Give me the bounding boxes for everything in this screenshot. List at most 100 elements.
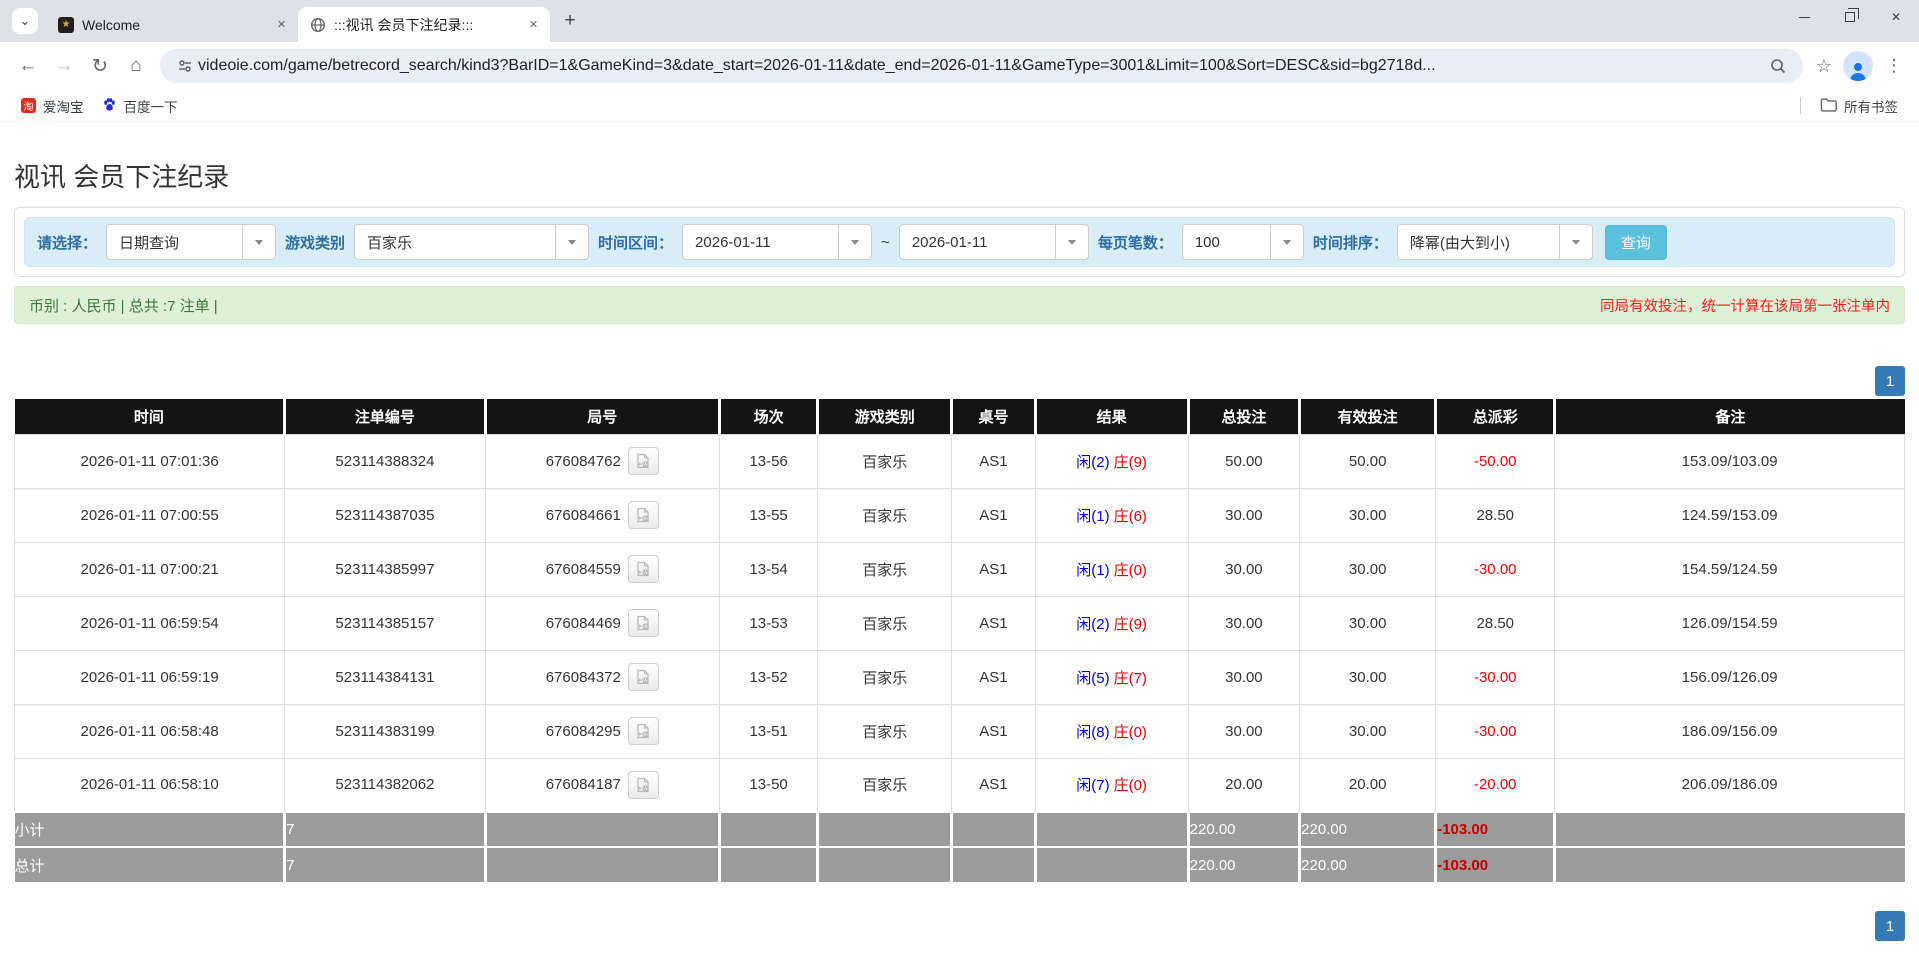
forward-button[interactable]: → xyxy=(46,48,82,84)
cell-table: AS1 xyxy=(951,433,1036,489)
round-number: 676084295 xyxy=(545,722,621,740)
query-type-select[interactable]: 日期查询 xyxy=(106,224,277,260)
close-icon: ✕ xyxy=(1890,10,1902,24)
per-page-select[interactable]: 100 xyxy=(1181,224,1304,260)
pagination-top: 1 xyxy=(14,366,1905,396)
browser-menu-button[interactable]: ⋮ xyxy=(1879,51,1909,81)
browser-toolbar: ← → ↻ ⌂ videoie.com/game/betrecord_searc… xyxy=(0,42,1919,90)
bookmark-label: 百度一下 xyxy=(123,99,178,115)
header-result: 结果 xyxy=(1035,399,1190,434)
restore-button[interactable] xyxy=(1827,0,1873,34)
cell-bet-id: 523114385997 xyxy=(284,541,486,597)
reload-button[interactable]: ↻ xyxy=(82,48,118,84)
date-end-input[interactable]: 2026-01-11 xyxy=(898,224,1089,260)
round-number: 676084661 xyxy=(545,506,621,524)
cell-total-bet-link[interactable]: 30.00 xyxy=(1187,649,1301,705)
tab-close-button[interactable]: ✕ xyxy=(525,16,542,33)
video-replay-button[interactable] xyxy=(627,555,659,583)
round-number: 676084469 xyxy=(545,614,621,632)
site-settings-icon[interactable] xyxy=(172,53,198,79)
back-icon: ← xyxy=(18,55,38,76)
table-row: 2026-01-11 06:59:19 523114384131 6760843… xyxy=(13,649,1905,705)
star-icon: ☆ xyxy=(1815,55,1833,76)
cell-table: AS1 xyxy=(951,757,1036,813)
bookmark-star-button[interactable]: ☆ xyxy=(1811,53,1837,79)
kebab-menu-icon: ⋮ xyxy=(1885,56,1903,75)
cell-total-bet-link[interactable]: 20.00 xyxy=(1187,757,1301,813)
close-window-button[interactable]: ✕ xyxy=(1873,0,1919,34)
cell-round: 676084762 xyxy=(484,433,720,489)
summary-notice-bar: 币别 : 人民币 | 总共 :7 注单 | 同局有效投注，统一计算在该局第一张注… xyxy=(14,286,1905,324)
welcome-favicon-icon: ★ xyxy=(58,16,74,33)
cell-valid-bet: 20.00 xyxy=(1299,757,1437,813)
cell-round: 676084372 xyxy=(484,649,720,705)
video-replay-button[interactable] xyxy=(627,663,659,691)
header-bet-id: 注单编号 xyxy=(284,399,487,434)
back-button[interactable]: ← xyxy=(10,48,46,84)
video-replay-button[interactable] xyxy=(627,501,659,529)
result-banker: 庄(9) xyxy=(1113,453,1147,471)
caret-box xyxy=(555,225,588,259)
page-1-button[interactable]: 1 xyxy=(1875,911,1905,941)
subtotal-row: 小计 7 220.00 220.00 -103.00 xyxy=(14,811,1905,847)
cell-time: 2026-01-11 06:58:10 xyxy=(13,757,286,813)
total-payout: -103.00 xyxy=(1435,846,1557,882)
tab-search-button[interactable]: ⌄ xyxy=(12,8,38,34)
reload-icon: ↻ xyxy=(92,55,108,77)
bet-records-table: 时间 注单编号 局号 场次 游戏类别 桌号 结果 总投注 有效投注 总派彩 备注… xyxy=(13,399,1905,882)
forward-icon: → xyxy=(54,55,74,76)
video-replay-button[interactable] xyxy=(627,770,659,799)
cell-total-bet-link[interactable]: 30.00 xyxy=(1187,703,1301,759)
cell-total-bet-link[interactable]: 30.00 xyxy=(1187,487,1301,543)
sort-select[interactable]: 降幂(由大到小) xyxy=(1396,224,1593,260)
cell-session: 13-50 xyxy=(718,757,819,813)
video-replay-button[interactable] xyxy=(627,717,659,745)
cell-total-bet-link[interactable]: 50.00 xyxy=(1187,433,1301,489)
date-range-separator: ~ xyxy=(881,233,890,251)
minimize-button[interactable] xyxy=(1781,0,1827,34)
page-1-button[interactable]: 1 xyxy=(1875,366,1905,396)
video-replay-button[interactable] xyxy=(627,609,659,637)
new-tab-button[interactable]: + xyxy=(556,7,584,35)
table-row: 2026-01-11 07:00:21 523114385997 6760845… xyxy=(13,541,1905,597)
date-start-input[interactable]: 2026-01-11 xyxy=(682,224,873,260)
all-bookmarks-button[interactable]: 所有书签 xyxy=(1811,94,1907,118)
filter-panel: 请选择： 日期查询 游戏类别 百家乐 时间区间： 2026-01-11 ~ 20… xyxy=(14,207,1905,277)
tab-close-button[interactable]: ✕ xyxy=(273,16,290,33)
zoom-icon[interactable] xyxy=(1765,53,1791,79)
cell-round: 676084559 xyxy=(484,541,720,597)
bookmark-baidu[interactable]: 百度一下 xyxy=(93,94,187,118)
bookmark-taobao[interactable]: 淘 爱淘宝 xyxy=(12,94,93,118)
film-file-icon xyxy=(637,723,649,739)
cell-payout: -30.00 xyxy=(1435,649,1556,705)
game-kind-select[interactable]: 百家乐 xyxy=(354,224,590,260)
subtotal-payout: -103.00 xyxy=(1435,811,1557,847)
plus-icon: + xyxy=(564,10,576,31)
cell-game-kind: 百家乐 xyxy=(817,595,953,651)
cell-session: 13-54 xyxy=(718,541,819,597)
profile-avatar[interactable] xyxy=(1843,51,1873,81)
cell-game-kind: 百家乐 xyxy=(817,487,953,543)
date-range-label: 时间区间： xyxy=(598,234,674,252)
header-time: 时间 xyxy=(14,399,287,434)
tab-betrecord[interactable]: :::视讯 会员下注纪录::: ✕ xyxy=(298,7,550,42)
tab-title: Welcome xyxy=(82,16,141,33)
total-total-bet: 220.00 xyxy=(1188,846,1302,882)
home-button[interactable]: ⌂ xyxy=(118,48,154,84)
total-valid-bet: 220.00 xyxy=(1299,846,1438,882)
cell-total-bet-link[interactable]: 30.00 xyxy=(1187,595,1301,651)
all-bookmarks-label: 所有书签 xyxy=(1844,99,1898,115)
cell-total-bet-link[interactable]: 30.00 xyxy=(1187,541,1301,597)
search-button[interactable]: 查询 xyxy=(1604,224,1667,260)
dropdown-caret-icon xyxy=(255,239,264,245)
address-bar[interactable]: videoie.com/game/betrecord_search/kind3?… xyxy=(160,49,1803,83)
warning-text: 同局有效投注，统一计算在该局第一张注单内 xyxy=(1600,298,1890,315)
result-player: 闲(2) xyxy=(1076,453,1110,471)
cell-result: 闲(5) 庄(7) xyxy=(1034,649,1189,705)
cell-round: 676084661 xyxy=(484,487,720,543)
video-replay-button[interactable] xyxy=(627,447,659,475)
cell-game-kind: 百家乐 xyxy=(817,433,953,489)
cell-game-kind: 百家乐 xyxy=(817,541,953,597)
tab-welcome[interactable]: ★ Welcome ✕ xyxy=(46,7,298,42)
cell-bet-id: 523114383199 xyxy=(284,703,486,759)
